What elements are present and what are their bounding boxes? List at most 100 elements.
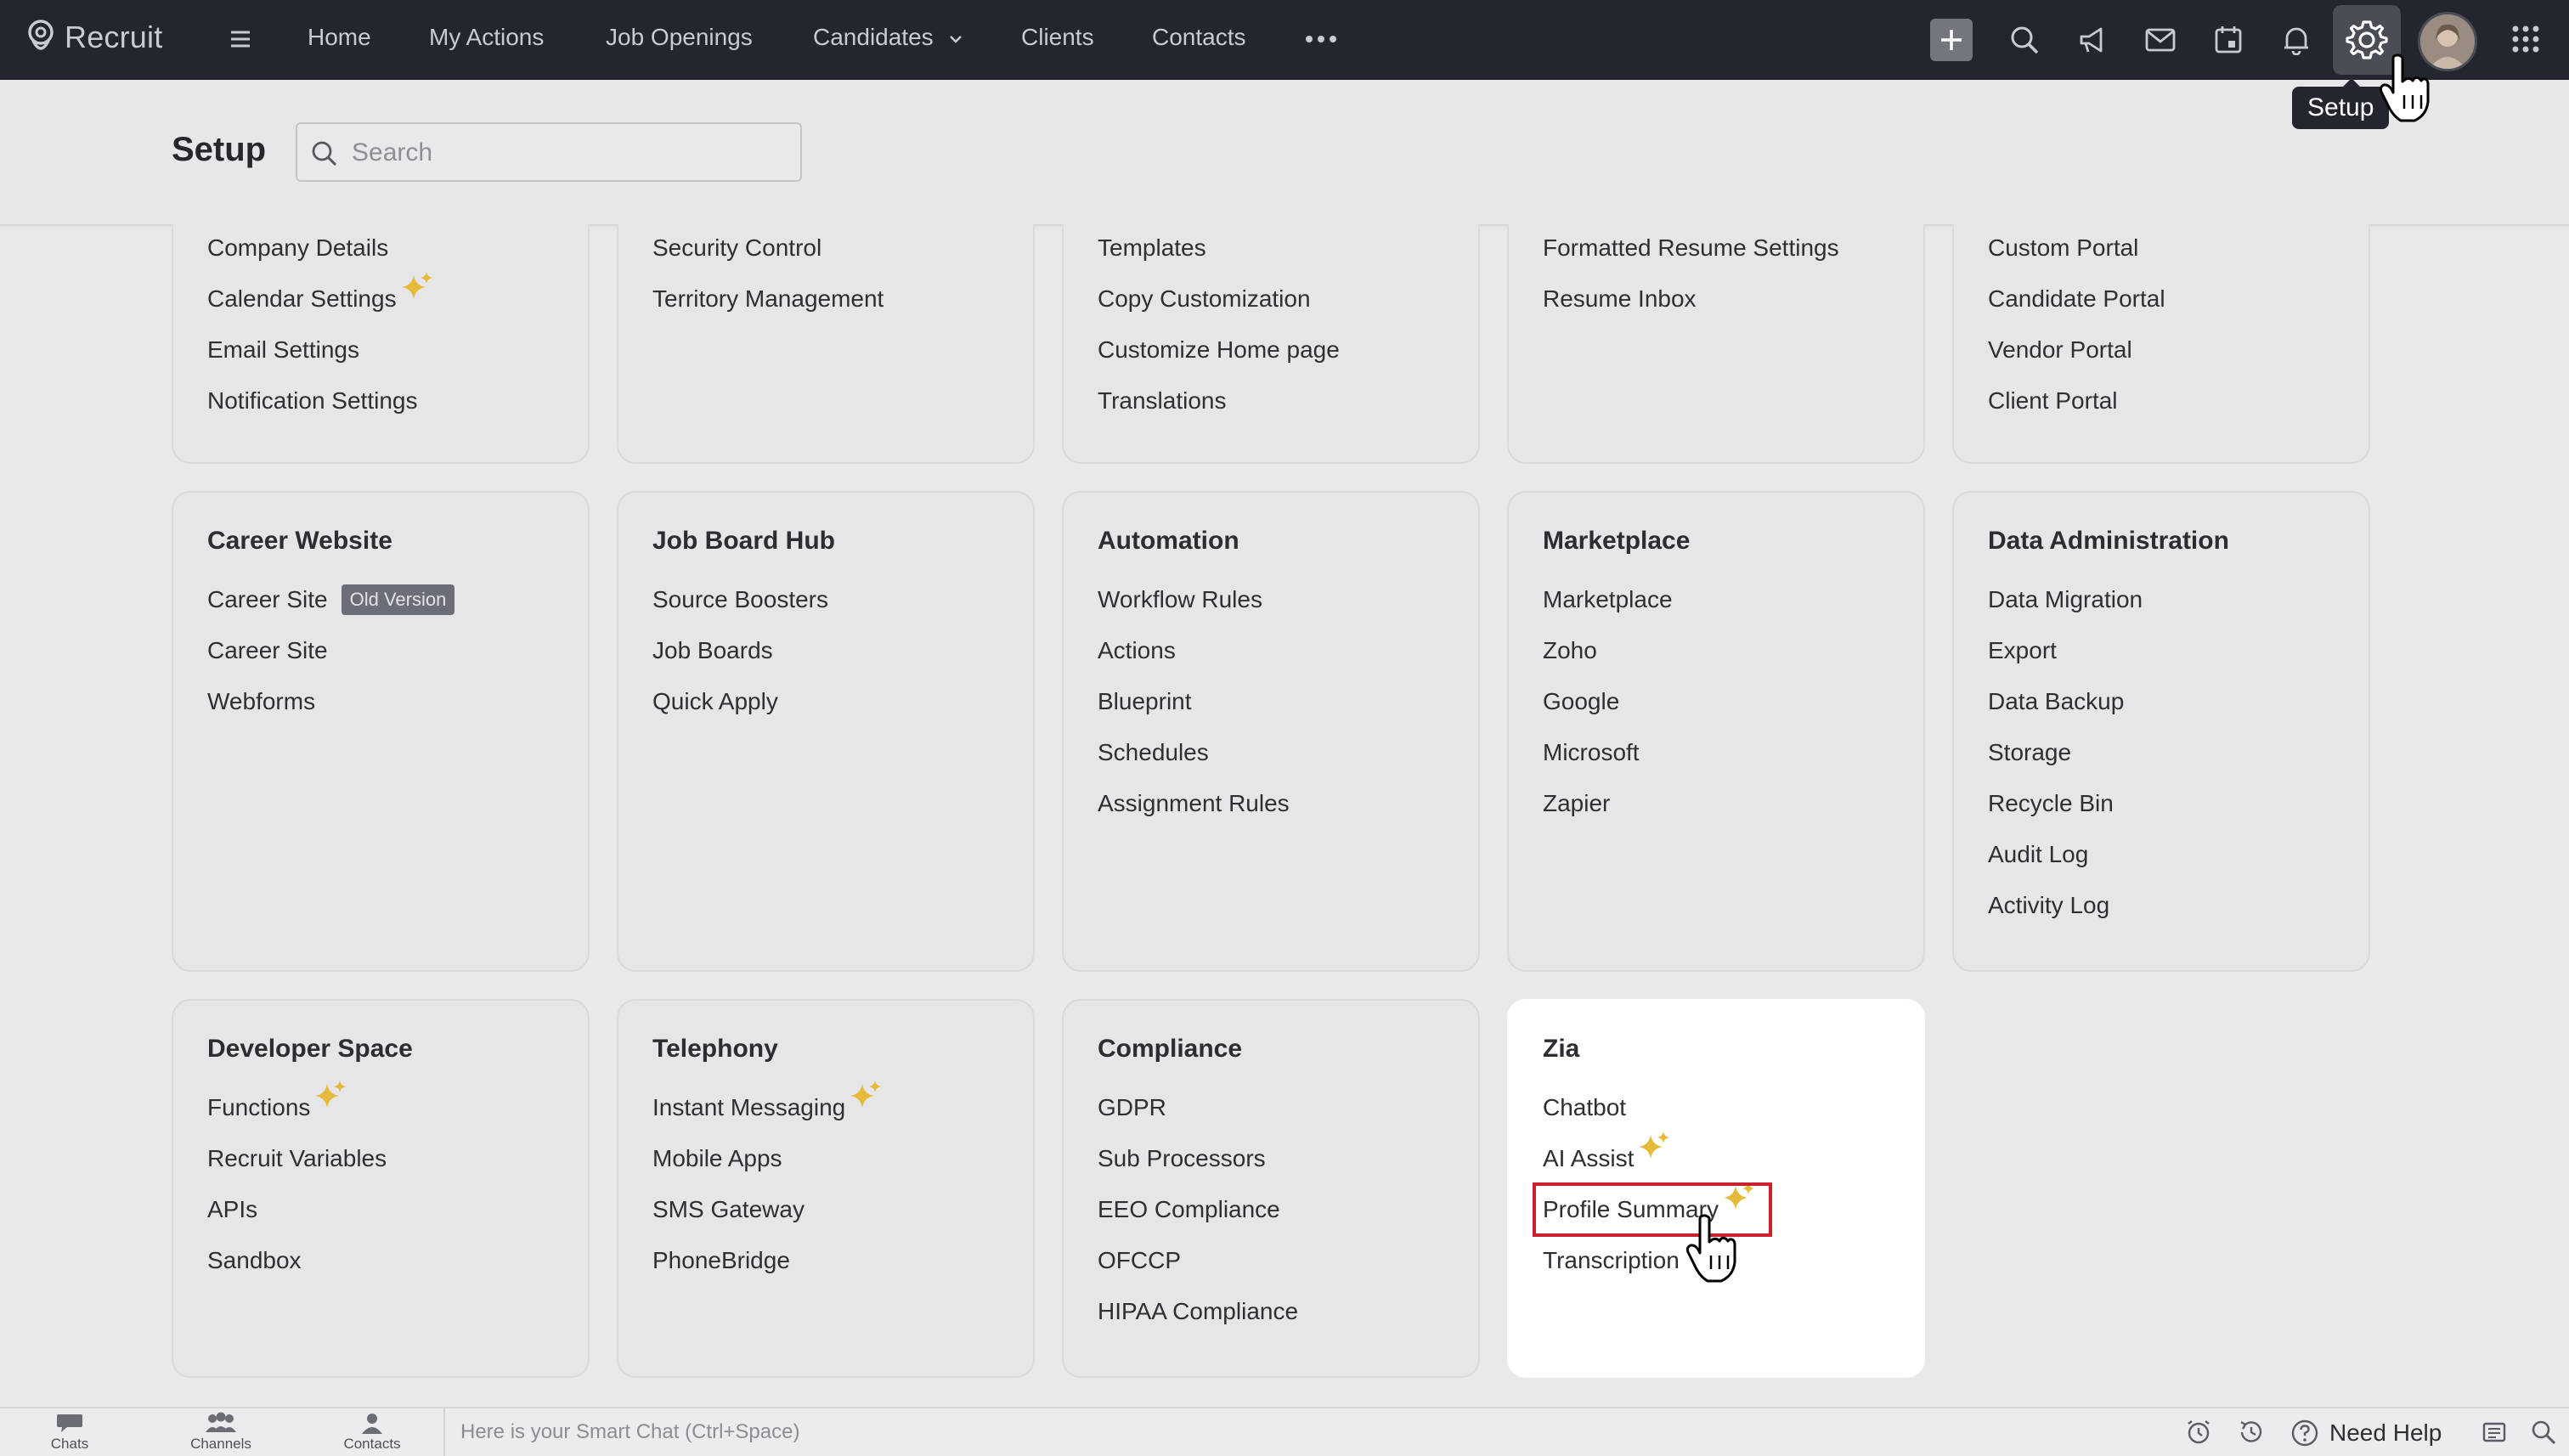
link-customize-home-page[interactable]: Customize Home page	[1098, 333, 1340, 384]
contacts-button[interactable]: Contacts	[321, 1412, 423, 1453]
nav-clients[interactable]: Clients	[1021, 24, 1094, 51]
card-title: Zia	[1543, 1035, 1580, 1063]
link-audit-log[interactable]: Audit Log	[1988, 838, 2143, 889]
search-icon[interactable]	[2003, 19, 2046, 61]
card-compliance: Compliance GDPR Sub Processors EEO Compl…	[1062, 999, 1480, 1378]
calendar-icon[interactable]	[2207, 19, 2250, 61]
link-copy-customization[interactable]: Copy Customization	[1098, 282, 1340, 333]
link-webforms[interactable]: Webforms	[207, 685, 455, 736]
link-blueprint[interactable]: Blueprint	[1098, 685, 1290, 736]
chats-button[interactable]: Chats	[19, 1412, 121, 1453]
hand-cursor-icon	[2379, 53, 2430, 122]
search-input[interactable]	[350, 133, 778, 173]
link-ofccp[interactable]: OFCCP	[1098, 1244, 1298, 1295]
link-email-settings[interactable]: Email Settings	[207, 333, 434, 384]
link-sms-gateway[interactable]: SMS Gateway	[652, 1193, 883, 1244]
link-candidate-portal[interactable]: Candidate Portal	[1988, 282, 2165, 333]
link-security-control[interactable]: Security Control	[652, 231, 884, 282]
nav-home[interactable]: Home	[308, 24, 371, 51]
link-custom-portal[interactable]: Custom Portal	[1988, 231, 2165, 282]
more-icon[interactable]	[1305, 32, 1337, 46]
sparkle-icon	[1637, 1130, 1671, 1164]
link-formatted-resume-settings[interactable]: Formatted Resume Settings	[1543, 231, 1839, 282]
link-career-site-old[interactable]: Career Site Old Version	[207, 583, 455, 634]
link-sub-processors[interactable]: Sub Processors	[1098, 1142, 1298, 1193]
card-general: Company Details Calendar Settings Email …	[172, 224, 590, 464]
chevron-down-icon	[948, 34, 963, 44]
link-quick-apply[interactable]: Quick Apply	[652, 685, 828, 736]
menu-icon[interactable]	[228, 22, 253, 56]
hand-cursor-icon	[1685, 1213, 1736, 1283]
link-schedules[interactable]: Schedules	[1098, 736, 1290, 787]
link-activity-log[interactable]: Activity Log	[1988, 889, 2143, 940]
link-functions[interactable]: Functions	[207, 1081, 387, 1142]
nav-job-openings[interactable]: Job Openings	[606, 24, 753, 51]
link-zapier[interactable]: Zapier	[1543, 787, 1673, 838]
link-client-portal[interactable]: Client Portal	[1988, 384, 2165, 435]
need-help-label: Need Help	[2329, 1419, 2442, 1446]
nav-my-actions[interactable]: My Actions	[429, 24, 544, 51]
search-icon[interactable]	[2530, 1419, 2557, 1446]
alarm-clock-icon[interactable]	[2185, 1419, 2212, 1446]
link-phonebridge[interactable]: PhoneBridge	[652, 1244, 883, 1295]
link-sandbox[interactable]: Sandbox	[207, 1244, 387, 1295]
link-job-boards[interactable]: Job Boards	[652, 634, 828, 685]
link-eeo-compliance[interactable]: EEO Compliance	[1098, 1193, 1298, 1244]
channels-label: Channels	[190, 1436, 251, 1452]
card-data-administration: Data Administration Data Migration Expor…	[1952, 491, 2370, 972]
card-job-board-hub: Job Board Hub Source Boosters Job Boards…	[617, 491, 1035, 972]
link-calendar-settings[interactable]: Calendar Settings	[207, 272, 434, 333]
link-notification-settings[interactable]: Notification Settings	[207, 384, 434, 435]
old-version-badge: Old Version	[341, 584, 455, 615]
smart-chat-input[interactable]: Here is your Smart Chat (Ctrl+Space)	[460, 1420, 799, 1444]
link-hipaa-compliance[interactable]: HIPAA Compliance	[1098, 1295, 1298, 1346]
channels-icon	[206, 1412, 236, 1432]
recruit-logo[interactable]: Recruit	[25, 19, 162, 56]
bell-icon[interactable]	[2275, 19, 2318, 61]
link-territory-management[interactable]: Territory Management	[652, 282, 884, 333]
card-telephony: Telephony Instant Messaging Mobile Apps …	[617, 999, 1035, 1378]
link-instant-messaging[interactable]: Instant Messaging	[652, 1081, 883, 1142]
link-marketplace[interactable]: Marketplace	[1543, 583, 1673, 634]
nav-candidates-label: Candidates	[813, 24, 934, 50]
link-mobile-apps[interactable]: Mobile Apps	[652, 1142, 883, 1193]
link-zoho[interactable]: Zoho	[1543, 634, 1673, 685]
link-workflow-rules[interactable]: Workflow Rules	[1098, 583, 1290, 634]
link-storage[interactable]: Storage	[1988, 736, 2143, 787]
chats-label: Chats	[50, 1436, 89, 1452]
card-title: Marketplace	[1543, 527, 1691, 555]
link-microsoft[interactable]: Microsoft	[1543, 736, 1673, 787]
sparkle-icon	[849, 1079, 883, 1113]
link-translations[interactable]: Translations	[1098, 384, 1340, 435]
link-vendor-portal[interactable]: Vendor Portal	[1988, 333, 2165, 384]
apps-grid-icon[interactable]	[2510, 24, 2541, 54]
link-actions[interactable]: Actions	[1098, 634, 1290, 685]
link-recruit-variables[interactable]: Recruit Variables	[207, 1142, 387, 1193]
history-icon[interactable]	[2238, 1419, 2265, 1446]
link-resume-inbox[interactable]: Resume Inbox	[1543, 282, 1839, 333]
link-google[interactable]: Google	[1543, 685, 1673, 736]
link-source-boosters[interactable]: Source Boosters	[652, 583, 828, 634]
mail-icon[interactable]	[2139, 19, 2182, 61]
link-assignment-rules[interactable]: Assignment Rules	[1098, 787, 1290, 838]
megaphone-icon[interactable]	[2071, 19, 2114, 61]
link-data-backup[interactable]: Data Backup	[1988, 685, 2143, 736]
link-gdpr[interactable]: GDPR	[1098, 1091, 1298, 1142]
link-data-migration[interactable]: Data Migration	[1988, 583, 2143, 634]
nav-contacts[interactable]: Contacts	[1152, 24, 1246, 51]
link-export[interactable]: Export	[1988, 634, 2143, 685]
channels-button[interactable]: Channels	[170, 1412, 272, 1453]
search-field[interactable]	[296, 122, 802, 182]
link-apis[interactable]: APIs	[207, 1193, 387, 1244]
feedback-icon[interactable]	[2481, 1419, 2508, 1446]
link-templates[interactable]: Templates	[1098, 231, 1340, 282]
card-developer-space: Developer Space Functions Recruit Variab…	[172, 999, 590, 1378]
link-recycle-bin[interactable]: Recycle Bin	[1988, 787, 2143, 838]
card-title: Automation	[1098, 527, 1239, 555]
link-career-site[interactable]: Career Site	[207, 634, 455, 685]
plus-icon[interactable]	[1930, 19, 1973, 61]
card-career-website: Career Website Career Site Old Version Ca…	[172, 491, 590, 972]
need-help-button[interactable]: Need Help	[2290, 1419, 2442, 1448]
top-navigation-bar: Recruit Home My Actions Job Openings Can…	[0, 0, 2569, 80]
nav-candidates[interactable]: Candidates	[813, 24, 963, 51]
